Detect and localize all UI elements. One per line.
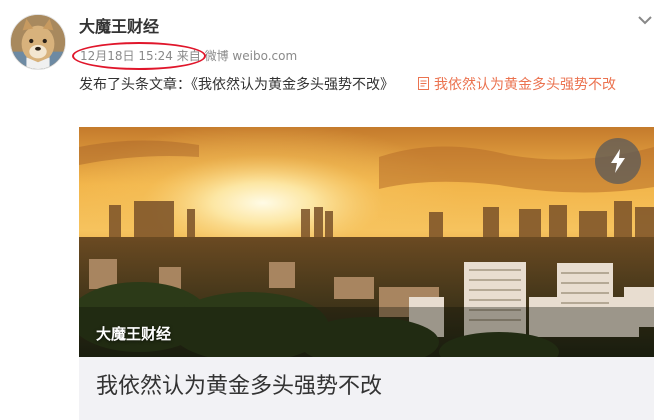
article-card[interactable]: 大魔王财经 我依然认为黄金多头强势不改: [79, 127, 654, 420]
card-title[interactable]: 我依然认为黄金多头强势不改: [96, 371, 382, 403]
source-prefix: 来自: [176, 49, 201, 63]
cover-overlay-title: 大魔王财经: [96, 325, 172, 343]
lightning-bolt-icon[interactable]: [595, 138, 641, 184]
post-text: 发布了头条文章：《我依然认为黄金多头强势不改》 我依然认为黄金多头强势不改: [79, 72, 654, 98]
article-doc-icon: [418, 77, 429, 90]
card-footer[interactable]: 我依然认为黄金多头强势不改: [79, 357, 654, 420]
avatar[interactable]: [10, 14, 66, 70]
dog-avatar-icon: [11, 15, 65, 69]
username[interactable]: 大魔王财经: [79, 16, 159, 38]
article-link[interactable]: 我依然认为黄金多头强势不改: [418, 77, 616, 93]
chevron-down-icon[interactable]: [635, 12, 655, 28]
article-cover-image[interactable]: 大魔王财经: [79, 127, 654, 357]
post-meta: 12月18日 15:24 来自 微博 weibo.com: [80, 47, 297, 65]
post-body: 发布了头条文章：《我依然认为黄金多头强势不改》: [79, 77, 394, 93]
article-link-text[interactable]: 我依然认为黄金多头强势不改: [434, 77, 616, 93]
timestamp[interactable]: 12月18日 15:24: [80, 49, 173, 63]
source-link[interactable]: 微博 weibo.com: [205, 49, 298, 63]
